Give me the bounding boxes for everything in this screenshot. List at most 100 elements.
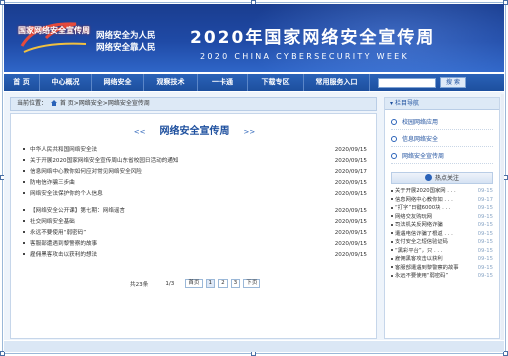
nav-item-campus-card[interactable]: 一卡通: [198, 74, 248, 91]
list-item-title[interactable]: 防电信诈骗三步曲: [30, 180, 75, 186]
section-title: << 网络安全宣传周 >>: [11, 122, 378, 137]
list-item[interactable]: 防电信诈骗三步曲 2020/09/15: [23, 178, 367, 189]
fire-icon: [424, 174, 432, 181]
list-item-date: 2020/09/15: [334, 180, 367, 186]
pagination-page[interactable]: 1: [205, 279, 216, 288]
nav-item-services[interactable]: 常用服务入口: [304, 74, 370, 91]
list-item[interactable]: 中华人民共和国网络安全法 2020/09/15: [23, 145, 367, 156]
search-input[interactable]: [378, 77, 436, 88]
nav-item-downloads[interactable]: 下载专区: [248, 74, 304, 91]
hot-item[interactable]: 支付安全之短信验证码 09-15: [391, 238, 493, 247]
hot-item-title[interactable]: “黑彩平台”，只 . . .: [395, 247, 442, 256]
sidebar-nav: 校园网络应用 信息网络安全 网络安全宣传周: [385, 116, 499, 164]
list-item[interactable]: 雇佣黑客攻击以获利的想法 2020/09/15: [23, 250, 367, 261]
bullet-icon: [23, 192, 25, 194]
hot-item-date: 09-15: [477, 239, 493, 245]
list-item[interactable]: 【网络安全公开课】第七期：网络谣言 2020/09/15: [23, 206, 367, 217]
sidebar: ▾ 栏目导航 校园网络应用 信息网络安全 网络安全宣传周 热点关注 关于开展20…: [384, 97, 500, 339]
pagination-page[interactable]: 3: [230, 279, 241, 288]
hot-item[interactable]: 网络交友购玩网 09-15: [391, 213, 493, 222]
bullet-icon: [23, 242, 25, 244]
list-item-date: 2020/09/15: [334, 158, 367, 164]
breadcrumb-prefix: 当前位置：: [17, 100, 48, 107]
breadcrumb: 当前位置： 首 页>网络安全>网络安全宣传周: [10, 97, 377, 111]
hot-item[interactable]: 司法机关反网络诈骗 09-15: [391, 221, 493, 230]
hot-item-title[interactable]: 永远不要使用“弱密码”: [395, 272, 448, 281]
breadcrumb-path[interactable]: >网络安全>网络安全宣传周: [74, 100, 150, 107]
hot-topics-heading-text: 热点关注: [434, 175, 459, 182]
bullet-icon: [391, 198, 393, 200]
sidebar-item-label: 网络安全宣传周: [402, 153, 445, 160]
hot-item-title[interactable]: 关于开展2020国家网 . . .: [395, 187, 456, 196]
hot-item[interactable]: 客服部遭遇到黎警察的故事 09-15: [391, 264, 493, 273]
list-item[interactable]: 社交网络安全基础 2020/09/15: [23, 217, 367, 228]
bullet-icon: [23, 159, 25, 161]
list-item-title[interactable]: 中华人民共和国网络安全法: [30, 147, 97, 153]
bullet-icon: [391, 249, 393, 251]
nav-item-observation-tech[interactable]: 观察技术: [144, 74, 198, 91]
search-button[interactable]: 搜 索: [440, 77, 466, 88]
footer-strip: [4, 341, 504, 352]
sidebar-item-info-security[interactable]: 信息网络安全: [391, 133, 493, 147]
list-item-title[interactable]: 雇佣黑客攻击以获利的想法: [30, 252, 97, 258]
nav-item-home[interactable]: 首 页: [4, 74, 40, 91]
hot-item-title[interactable]: 遭遇电信诈骗了根返 . . .: [395, 230, 453, 239]
sidebar-item-label: 校园网络应用: [402, 119, 439, 126]
nav-item-network-security[interactable]: 网络安全: [92, 74, 144, 91]
list-item-title[interactable]: 客服部遭遇到黎警察的故事: [30, 241, 97, 247]
list-item[interactable]: 关于开展2020国家网络安全宣传周山东省校园日活动的通知 2020/09/15: [23, 156, 367, 167]
sidebar-heading: ▾ 栏目导航: [385, 98, 499, 110]
banner-slogan: 网络安全为人民 网络安全靠人民: [96, 30, 156, 54]
nav-item-center-overview[interactable]: 中心概况: [40, 74, 92, 91]
bullet-icon: [23, 181, 25, 183]
pagination-first[interactable]: 首页: [185, 279, 203, 288]
list-item-title[interactable]: 关于开展2020国家网络安全宣传周山东省校园日活动的通知: [30, 158, 179, 164]
list-item-title[interactable]: 永远不要使用“弱密码”: [30, 230, 86, 236]
logo-text: 国家网络安全宣传周: [18, 26, 90, 35]
bullet-icon: [391, 274, 393, 277]
hot-item[interactable]: 信息网络中心教你如 . . . 09-17: [391, 196, 493, 205]
breadcrumb-home-link[interactable]: 首 页: [60, 100, 74, 107]
hot-item-title[interactable]: 司法机关反网络诈骗: [395, 221, 443, 230]
hot-item-title[interactable]: 客服部遭遇到黎警察的故事: [395, 264, 459, 273]
hot-item[interactable]: 雇佣黑客攻击以获利 09-15: [391, 255, 493, 264]
list-item-title[interactable]: 【网络安全公开课】第七期：网络谣言: [30, 208, 125, 214]
hot-item-date: 09-15: [477, 205, 493, 211]
sidebar-item-security-week[interactable]: 网络安全宣传周: [391, 150, 493, 164]
list-item-date: 2020/09/15: [334, 208, 367, 214]
list-item-date: 2020/09/15: [334, 147, 367, 153]
bullet-icon: [391, 240, 393, 243]
pagination-page[interactable]: 2: [218, 279, 228, 288]
list-item-title[interactable]: 信息网络中心教你如何应对常见网络安全风险: [30, 169, 142, 175]
hot-item-title[interactable]: “打字”日键6000块 . . .: [395, 204, 451, 213]
hot-item-title[interactable]: 信息网络中心教你如 . . .: [395, 196, 453, 205]
list-item-title[interactable]: 网络安全法保护你的个人信息: [30, 191, 103, 197]
sidebar-item-label: 信息网络安全: [402, 136, 439, 143]
pagination: 共23条 1/3 首页 1 2 3 下页: [130, 279, 261, 288]
main-nav: 首 页 中心概况 网络安全 观察技术 一卡通 下载专区 常用服务入口 搜 索: [4, 74, 504, 91]
hot-item[interactable]: 永远不要使用“弱密码” 09-15: [391, 272, 493, 281]
list-item-title[interactable]: 社交网络安全基础: [30, 219, 75, 225]
hot-item[interactable]: “打字”日键6000块 . . . 09-15: [391, 204, 493, 213]
list-item[interactable]: 信息网络中心教你如何应对常见网络安全风险 2020/09/17: [23, 167, 367, 178]
hot-item-title[interactable]: 雇佣黑客攻击以获利: [395, 255, 443, 264]
hot-item-title[interactable]: 网络交友购玩网: [395, 213, 432, 222]
cybersecurity-week-logo: [20, 22, 87, 53]
bullet-icon: [391, 189, 393, 192]
list-item[interactable]: 客服部遭遇到黎警察的故事 2020/09/15: [23, 239, 367, 250]
hot-item[interactable]: “黑彩平台”，只 . . . 09-15: [391, 247, 493, 256]
hot-item-date: 09-15: [477, 256, 493, 262]
bullet-icon: [391, 215, 393, 217]
bullet-icon: [23, 253, 25, 255]
scrollbar[interactable]: [501, 94, 504, 340]
list-item[interactable]: 永远不要使用“弱密码” 2020/09/15: [23, 228, 367, 239]
hot-item[interactable]: 遭遇电信诈骗了根返 . . . 09-15: [391, 230, 493, 239]
list-item[interactable]: 网络安全法保护你的个人信息 2020/09/15: [23, 189, 367, 200]
hot-item-title[interactable]: 支付安全之短信验证码: [395, 238, 448, 247]
pagination-next[interactable]: 下页: [243, 279, 261, 288]
bullet-icon: [23, 209, 25, 211]
sidebar-item-campus-apps[interactable]: 校园网络应用: [391, 116, 493, 130]
bullet-icon: [391, 266, 393, 268]
article-list-panel: << 网络安全宣传周 >> 中华人民共和国网络安全法 2020/09/15 关于开展2…: [10, 113, 377, 339]
hot-item[interactable]: 关于开展2020国家网 . . . 09-15: [391, 187, 493, 196]
